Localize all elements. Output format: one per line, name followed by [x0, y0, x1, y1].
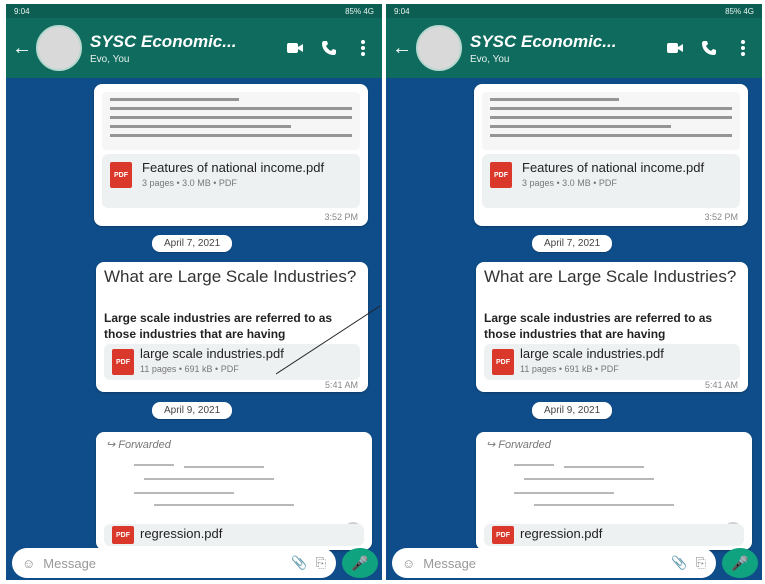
chat-title-block[interactable]: SYSC Economic... Evo, You [470, 32, 654, 65]
mic-icon: 🎤 [351, 554, 369, 571]
video-icon[interactable] [662, 35, 688, 61]
phone-screen-left: 9:04 85% 4G ← SYSC Economic... Evo, You … [6, 4, 382, 580]
date-separator: April 7, 2021 [152, 235, 233, 252]
avatar[interactable] [416, 25, 462, 71]
file-meta: 3 pages • 3.0 MB • PDF [142, 178, 237, 188]
message-body: Large scale industries are referred to a… [484, 311, 713, 341]
phone-screen-right: 9:04 85% 4G ← SYSC Economic... Evo, You … [386, 4, 762, 580]
status-time: 9:04 [14, 6, 30, 16]
document-preview [482, 92, 740, 150]
chat-subtitle: Evo, You [470, 53, 510, 65]
image-preview [494, 458, 734, 518]
chat-title-block[interactable]: SYSC Economic... Evo, You [90, 32, 274, 65]
file-name: large scale industries.pdf [520, 346, 664, 361]
chat-header: ← SYSC Economic... Evo, You [6, 18, 382, 78]
forwarded-message[interactable]: ↪ Forwarded ⌄ PDF regression.pdf [96, 432, 372, 550]
file-meta: 11 pages • 691 kB • PDF [520, 364, 619, 374]
forwarded-text: Forwarded [118, 439, 171, 451]
file-attachment[interactable]: PDF regression.pdf [104, 524, 364, 546]
document-message[interactable]: PDF Features of national income.pdf 3 pa… [474, 84, 748, 226]
pdf-icon: PDF [110, 162, 132, 188]
pdf-icon: PDF [112, 526, 134, 544]
message-input[interactable]: Message [43, 556, 283, 571]
mic-button[interactable]: 🎤 [342, 548, 378, 578]
emoji-icon[interactable]: ☺ [22, 556, 35, 571]
video-icon[interactable] [282, 35, 308, 61]
phone-icon[interactable] [316, 35, 342, 61]
emoji-icon[interactable]: ☺ [402, 556, 415, 571]
pdf-icon: PDF [492, 349, 514, 375]
forwarded-message[interactable]: ↪ Forwarded ⌄ PDF regression.pdf [476, 432, 752, 550]
image-preview [114, 458, 354, 518]
paperclip-icon[interactable]: 📎 [671, 555, 687, 571]
message-composer[interactable]: ☺ Message 📎 ⎘ [12, 548, 336, 578]
mic-icon: 🎤 [731, 554, 749, 571]
file-name: regression.pdf [140, 526, 223, 541]
chat-subtitle: Evo, You [90, 53, 130, 65]
file-name: Features of national income.pdf [142, 160, 325, 175]
chat-title: SYSC Economic... [90, 31, 237, 51]
date-separator: April 7, 2021 [532, 235, 613, 252]
status-bar: 9:04 85% 4G [6, 4, 382, 18]
more-vertical-icon[interactable] [730, 35, 756, 61]
message-title: What are Large Scale Industries? [484, 267, 737, 286]
file-attachment[interactable]: PDF regression.pdf [484, 524, 744, 546]
pdf-icon: PDF [490, 162, 512, 188]
more-vertical-icon[interactable] [350, 35, 376, 61]
chat-title: SYSC Economic... [470, 31, 617, 51]
file-attachment[interactable]: PDF Features of national income.pdf 3 pa… [102, 154, 360, 208]
status-time: 9:04 [394, 6, 410, 16]
status-right: 85% 4G [345, 6, 374, 16]
message-title: What are Large Scale Industries? [104, 267, 357, 286]
file-name: regression.pdf [520, 526, 603, 541]
annotation-line [276, 305, 381, 375]
message-input[interactable]: Message [423, 556, 663, 571]
document-preview [102, 92, 360, 150]
forwarded-text: Forwarded [498, 439, 551, 451]
camera-icon[interactable]: ⎘ [696, 555, 706, 571]
message-time: 3:52 PM [324, 212, 358, 222]
message-time: 3:52 PM [704, 212, 738, 222]
forwarded-label: ↪ Forwarded [486, 439, 551, 451]
avatar[interactable] [36, 25, 82, 71]
file-name: Features of national income.pdf [522, 160, 705, 175]
back-icon[interactable]: ← [12, 37, 32, 60]
message-composer[interactable]: ☺ Message 📎 ⎘ [392, 548, 716, 578]
date-separator: April 9, 2021 [532, 402, 613, 419]
pdf-icon: PDF [492, 526, 514, 544]
pdf-icon: PDF [112, 349, 134, 375]
file-attachment[interactable]: PDF Features of national income.pdf 3 pa… [482, 154, 740, 208]
chat-header: ← SYSC Economic... Evo, You [386, 18, 762, 78]
status-right: 85% 4G [725, 6, 754, 16]
file-attachment[interactable]: PDF large scale industries.pdf 11 pages … [484, 344, 740, 380]
message-time: 5:41 AM [704, 380, 738, 390]
file-meta: 3 pages • 3.0 MB • PDF [522, 178, 617, 188]
back-icon[interactable]: ← [392, 37, 412, 60]
phone-icon[interactable] [696, 35, 722, 61]
text-message[interactable]: What are Large Scale Industries? Large s… [476, 262, 748, 392]
status-bar: 9:04 85% 4G [386, 4, 762, 18]
document-message[interactable]: PDF Features of national income.pdf 3 pa… [94, 84, 368, 226]
date-separator: April 9, 2021 [152, 402, 233, 419]
camera-icon[interactable]: ⎘ [316, 555, 326, 571]
paperclip-icon[interactable]: 📎 [291, 555, 307, 571]
mic-button[interactable]: 🎤 [722, 548, 758, 578]
forwarded-label: ↪ Forwarded [106, 439, 171, 451]
